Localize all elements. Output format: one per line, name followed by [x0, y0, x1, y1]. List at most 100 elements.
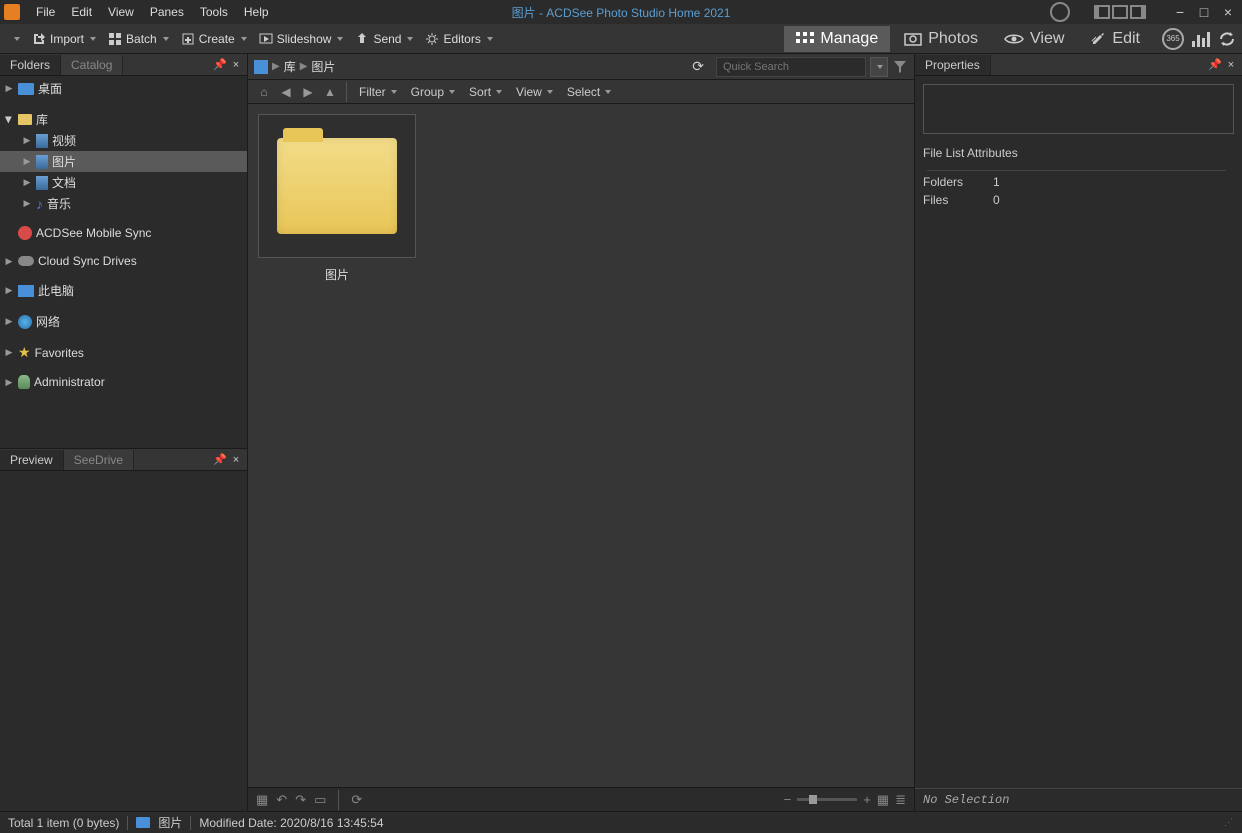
catalog-tab[interactable]: Catalog: [61, 55, 123, 75]
tree-administrator[interactable]: ▶Administrator: [0, 373, 247, 391]
close-panel-icon[interactable]: ×: [229, 453, 243, 467]
tree-documents[interactable]: ▶文档: [0, 172, 247, 193]
pin-icon[interactable]: 📌: [213, 58, 227, 72]
zoom-out-icon[interactable]: −: [784, 792, 792, 807]
tree-videos[interactable]: ▶视频: [0, 130, 247, 151]
menu-help[interactable]: Help: [236, 3, 277, 21]
folders-tab[interactable]: Folders: [0, 55, 61, 75]
expand-arrow-icon[interactable]: ▶: [4, 286, 14, 296]
expand-arrow-icon[interactable]: ▶: [4, 256, 14, 266]
zoom-slider-thumb[interactable]: [809, 795, 817, 804]
send-button[interactable]: Send: [349, 29, 419, 49]
tool-icon-1[interactable]: ▦: [256, 792, 268, 808]
view-mode-icon-1[interactable]: ▦: [877, 792, 889, 808]
maximize-button[interactable]: □: [1194, 3, 1214, 21]
layout-2-icon[interactable]: [1112, 5, 1128, 19]
menu-panes[interactable]: Panes: [142, 3, 192, 21]
refresh-icon[interactable]: ⟳: [692, 58, 704, 75]
search-dropdown[interactable]: [870, 57, 888, 77]
properties-tab[interactable]: Properties: [915, 55, 991, 75]
location-icon[interactable]: [254, 60, 268, 74]
tree-mobile-sync[interactable]: ACDSee Mobile Sync: [0, 224, 247, 242]
dashboard-icon[interactable]: [1192, 31, 1210, 47]
filter-dropdown[interactable]: Filter: [353, 83, 403, 101]
editors-button[interactable]: Editors: [419, 29, 498, 49]
seedrive-tab[interactable]: SeeDrive: [64, 450, 134, 470]
select-dropdown[interactable]: Select: [561, 83, 617, 101]
up-icon[interactable]: ▲: [320, 82, 340, 102]
expand-arrow-icon[interactable]: ▶: [22, 136, 32, 146]
mode-edit[interactable]: Edit: [1078, 26, 1152, 52]
expand-arrow-icon[interactable]: ▶: [22, 199, 32, 209]
expand-arrow-icon[interactable]: ▶: [4, 317, 14, 327]
365-icon[interactable]: 365: [1162, 28, 1184, 50]
batch-button[interactable]: Batch: [102, 29, 175, 49]
tree-desktop[interactable]: ▶桌面: [0, 78, 247, 99]
back-icon[interactable]: ◀: [276, 82, 296, 102]
tree-network[interactable]: ▶ 网络: [0, 311, 247, 332]
mode-view-label: View: [1030, 30, 1064, 48]
tree-this-pc[interactable]: ▶此电脑: [0, 280, 247, 301]
zoom-in-icon[interactable]: +: [863, 792, 871, 807]
tree-favorites[interactable]: ▶★Favorites: [0, 342, 247, 363]
create-button[interactable]: Create: [175, 29, 253, 49]
refresh-tool-icon[interactable]: ⟳: [351, 792, 362, 808]
status-selection-name: 图片: [158, 814, 182, 831]
batch-label: Batch: [126, 32, 157, 46]
group-dropdown[interactable]: Group: [405, 83, 461, 101]
view-mode-icon-2[interactable]: ≣: [895, 792, 906, 808]
expand-arrow-icon[interactable]: ▶: [22, 178, 32, 188]
sort-label: Sort: [469, 85, 491, 99]
menu-view[interactable]: View: [100, 3, 142, 21]
user-account-icon[interactable]: [1050, 2, 1070, 22]
home-icon[interactable]: ⌂: [254, 82, 274, 102]
layout-3-icon[interactable]: [1130, 5, 1146, 19]
tree-library[interactable]: ▶库: [0, 109, 247, 130]
expand-arrow-icon[interactable]: ▶: [22, 157, 32, 167]
menu-tools[interactable]: Tools: [192, 3, 236, 21]
layout-1-icon[interactable]: [1094, 5, 1110, 19]
collapse-arrow-icon[interactable]: ▶: [4, 115, 14, 125]
expand-arrow-icon[interactable]: ▶: [4, 377, 14, 387]
breadcrumb-bar: ▶ 库 ▶ 图片 ⟳: [248, 54, 914, 80]
menu-file[interactable]: File: [28, 3, 63, 21]
tree-label: 网络: [36, 313, 60, 330]
search-input[interactable]: [716, 57, 866, 77]
rotate-right-icon[interactable]: ↷: [295, 792, 306, 808]
close-button[interactable]: ×: [1218, 3, 1238, 21]
folder-thumbnail[interactable]: 图片: [258, 114, 416, 287]
tree-pictures[interactable]: ▶图片: [0, 151, 247, 172]
mode-view[interactable]: View: [992, 26, 1076, 52]
breadcrumb-lib[interactable]: 库: [284, 58, 296, 75]
import-button[interactable]: Import: [26, 29, 102, 49]
tool-icon-4[interactable]: ▭: [314, 792, 326, 808]
close-panel-icon[interactable]: ×: [229, 58, 243, 72]
menu-edit[interactable]: Edit: [63, 3, 100, 21]
tree-music[interactable]: ▶♪音乐: [0, 193, 247, 214]
tree-cloud[interactable]: ▶Cloud Sync Drives: [0, 252, 247, 270]
slideshow-button[interactable]: Slideshow: [253, 29, 350, 49]
expand-arrow-icon[interactable]: ▶: [4, 84, 14, 94]
toolbar-menu-dropdown[interactable]: [6, 34, 26, 44]
preview-tab[interactable]: Preview: [0, 450, 64, 470]
breadcrumb-pictures[interactable]: 图片: [311, 58, 335, 75]
resize-grip-icon[interactable]: ⋰: [1224, 817, 1234, 828]
filter-funnel-icon[interactable]: [892, 59, 908, 75]
pin-icon[interactable]: 📌: [1208, 58, 1222, 72]
separator: [338, 790, 339, 810]
rotate-left-icon[interactable]: ↶: [276, 792, 287, 808]
view-dropdown[interactable]: View: [510, 83, 559, 101]
sync-icon[interactable]: [1218, 31, 1236, 47]
mode-photos[interactable]: Photos: [892, 26, 990, 52]
separator: [190, 816, 191, 830]
zoom-slider[interactable]: [797, 798, 857, 801]
minimize-button[interactable]: −: [1170, 3, 1190, 21]
sort-dropdown[interactable]: Sort: [463, 83, 508, 101]
close-panel-icon[interactable]: ×: [1224, 58, 1238, 72]
forward-icon[interactable]: ▶: [298, 82, 318, 102]
expand-arrow-icon[interactable]: ▶: [4, 348, 14, 358]
file-grid[interactable]: 图片: [248, 104, 914, 787]
pin-icon[interactable]: 📌: [213, 453, 227, 467]
documents-icon: [36, 176, 48, 190]
mode-manage[interactable]: Manage: [784, 26, 890, 52]
